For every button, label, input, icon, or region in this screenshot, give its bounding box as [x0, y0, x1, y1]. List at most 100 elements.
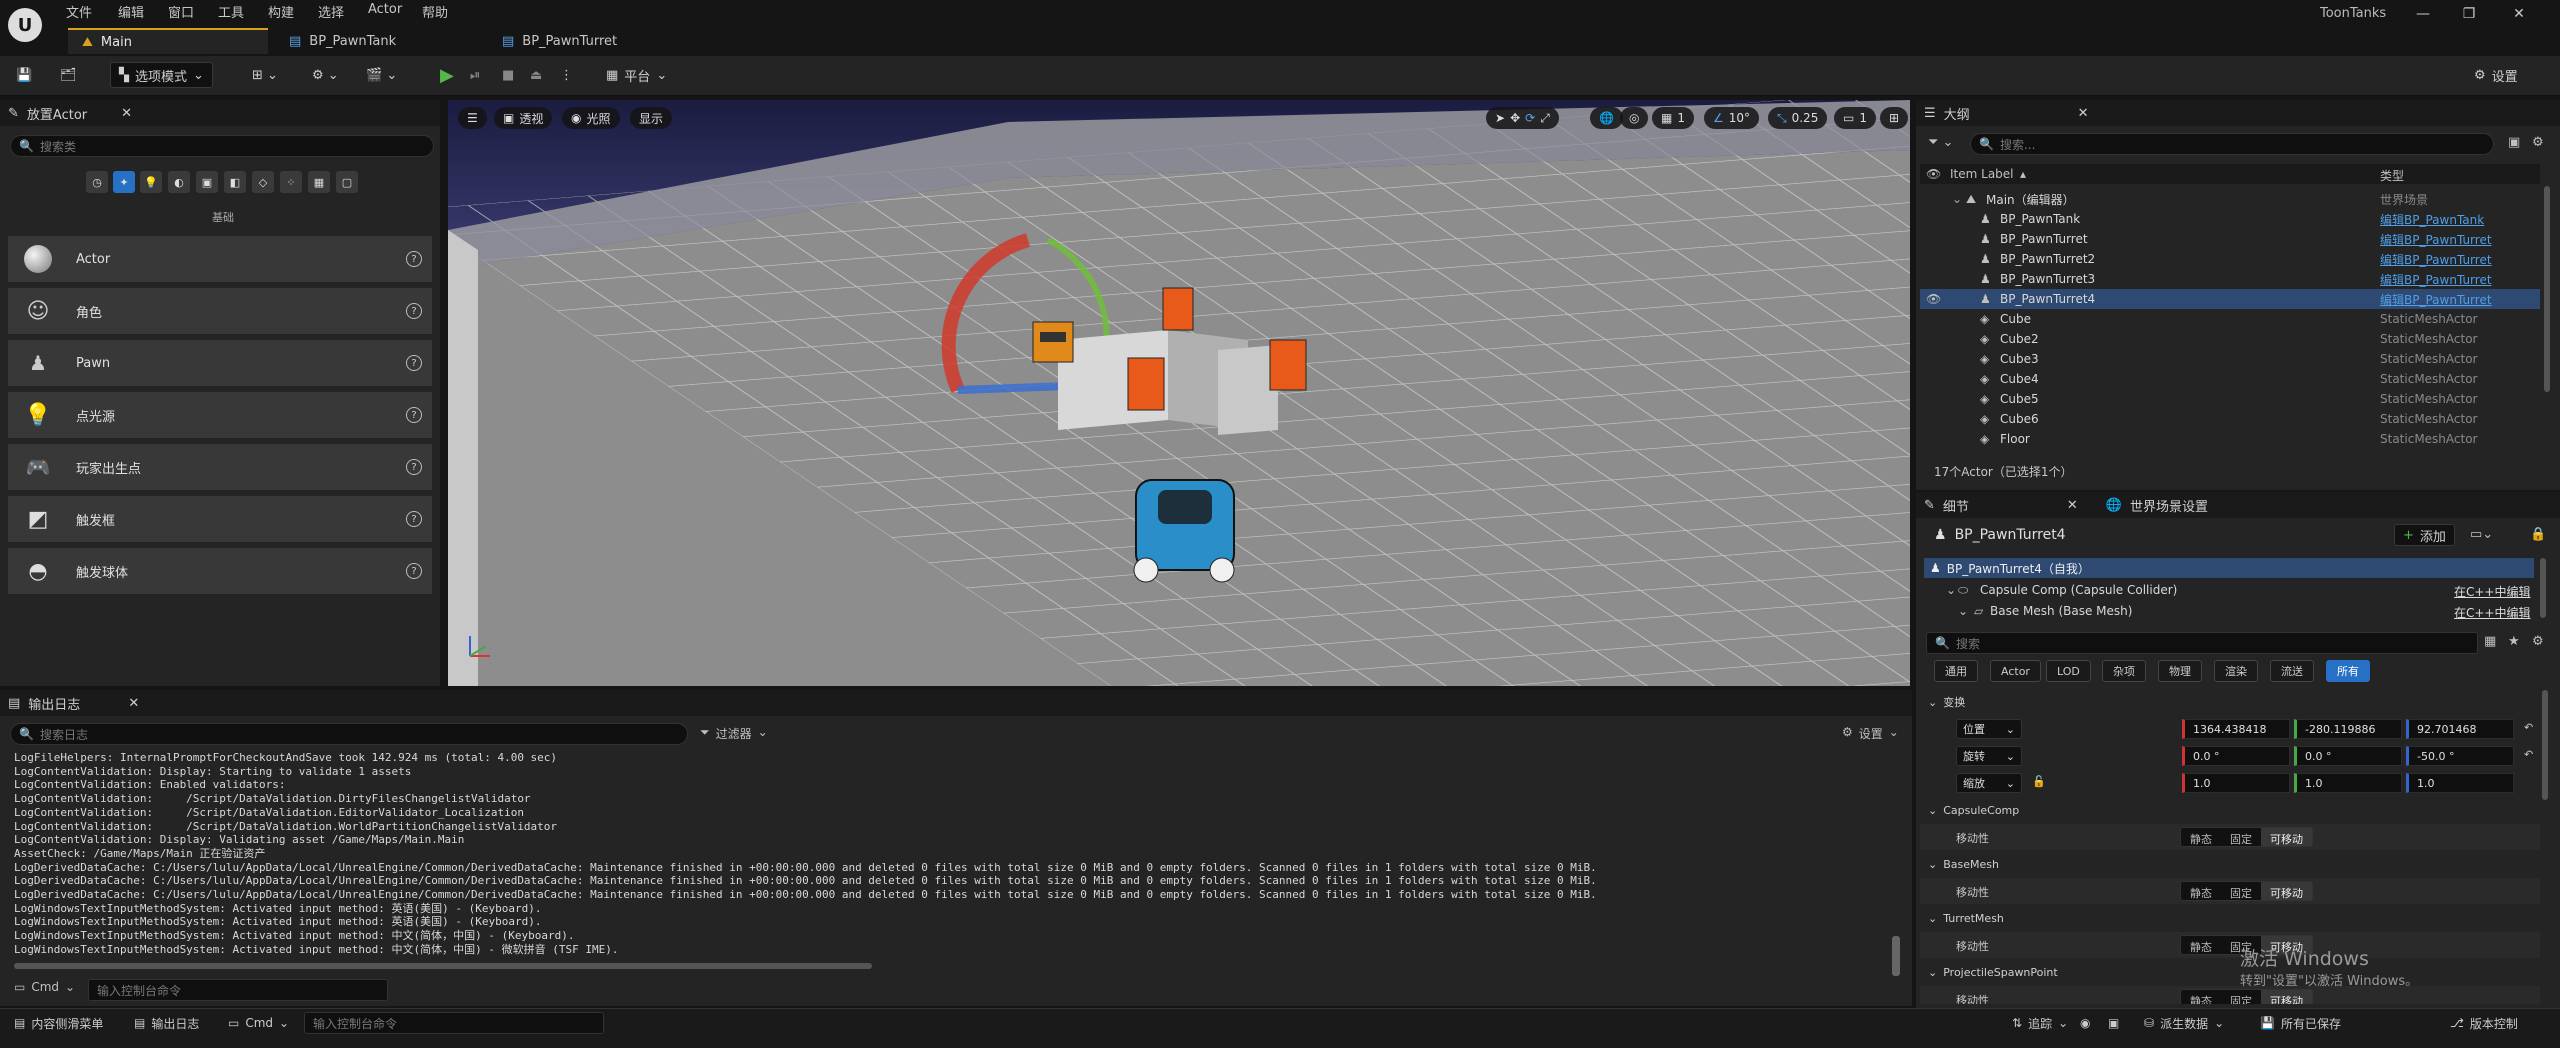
level-viewport[interactable] [448, 100, 1910, 686]
grid-snap-button[interactable]: ▦ 1 [1652, 107, 1694, 129]
filter-all[interactable]: 所有 [2326, 660, 2370, 682]
save-status-button[interactable]: 💾 所有已保存 [2260, 1012, 2341, 1034]
help-icon[interactable]: ? [406, 459, 422, 475]
component-row[interactable]: ⌄ ⬭ Capsule Comp (Capsule Collider) 在C++… [1924, 583, 2534, 603]
section-transform[interactable]: ⌄ 变换 [1920, 690, 2540, 714]
scale-icon[interactable]: ⤢ [1540, 111, 1550, 126]
outliner-row[interactable]: ◈ Cube3 StaticMeshActor [1920, 349, 2540, 369]
content-browser-icon[interactable]: 🗂 [52, 62, 85, 88]
mobility-toggle[interactable]: 静态 固定 可移动 [2180, 989, 2313, 1004]
menu-file[interactable]: 文件 [66, 2, 92, 21]
menu-build[interactable]: 构建 [268, 2, 294, 21]
actor-item-trigger-sphere[interactable]: ◓ 触发球体? [8, 548, 432, 594]
volumes-icon[interactable]: ◇ [252, 171, 274, 193]
outliner-row[interactable]: ◈ Cube6 StaticMeshActor [1920, 409, 2540, 429]
basic-icon[interactable]: ✦ [113, 171, 135, 193]
close-icon[interactable]: ✕ [2078, 106, 2089, 121]
reset-icon[interactable]: ↶ [2524, 748, 2533, 761]
platform-button[interactable]: ▦ 平台 ⌄ [598, 62, 675, 88]
filter-icon[interactable]: ⏷ ⌄ [1928, 135, 1953, 150]
step-icon[interactable]: ⏯ [462, 62, 488, 88]
close-icon[interactable]: ✕ [128, 696, 139, 711]
components-scrollbar[interactable] [2540, 558, 2546, 618]
console-input[interactable]: 输入控制台命令 [88, 979, 388, 1001]
actor-item-character[interactable]: ☺ 角色? [8, 288, 432, 334]
world-space-icon[interactable]: 🌐 [1590, 107, 1623, 129]
mobility-toggle[interactable]: 静态 固定 可移动 [2180, 881, 2313, 901]
section-turretmesh[interactable]: ⌄ TurretMesh [1920, 906, 2540, 930]
maximize-viewport-icon[interactable]: ⊞ [1880, 107, 1909, 129]
lock-icon[interactable]: 🔓 [2032, 775, 2046, 788]
column-item-label[interactable]: Item Label [1950, 167, 2014, 181]
filter-general[interactable]: 通用 [1934, 660, 1978, 682]
menu-edit[interactable]: 编辑 [118, 2, 144, 21]
log-text-area[interactable]: LogFileHelpers: InternalPromptForCheckou… [14, 751, 1894, 957]
filter-rendering[interactable]: 渲染 [2214, 660, 2258, 682]
help-icon[interactable]: ? [406, 511, 422, 527]
light-icon[interactable]: 💡 [140, 171, 162, 193]
screenshot-icon[interactable]: ▣ [2108, 1012, 2119, 1034]
scale-snap-button[interactable]: ⤡ 0.25 [1768, 107, 1828, 129]
tab-details[interactable]: 细节 [1943, 496, 1969, 515]
tab-main[interactable]: ⛰ Main [68, 28, 268, 54]
shapes-icon[interactable]: ◐ [168, 171, 190, 193]
rotation-x-field[interactable]: 0.0 ° [2182, 746, 2290, 766]
recent-icon[interactable]: ◷ [86, 171, 108, 193]
mode-select-button[interactable]: ▚ 选项模式 ⌄ [110, 62, 213, 88]
add-component-button[interactable]: + 添加 [2394, 524, 2455, 546]
menu-tools[interactable]: 工具 [218, 2, 244, 21]
actor-item-actor[interactable]: Actor? [8, 236, 432, 282]
filter-streaming[interactable]: 流送 [2270, 660, 2314, 682]
trace-button[interactable]: ⇅ 追踪 ⌄ [2012, 1012, 2068, 1034]
component-row[interactable]: ⌄ ▱ Base Mesh (Base Mesh) 在C++中编辑 [1924, 604, 2534, 620]
save-icon[interactable]: 💾 [8, 62, 40, 88]
help-icon[interactable]: ? [406, 355, 422, 371]
rotate-icon[interactable]: ⟳ [1525, 111, 1535, 125]
scale-z-field[interactable]: 1.0 [2406, 773, 2514, 793]
help-icon[interactable]: ? [406, 563, 422, 579]
cinematics-icon[interactable]: 🎬 ⌄ [358, 62, 405, 88]
section-projectilespawnpoint[interactable]: ⌄ ProjectileSpawnPoint [1920, 960, 2540, 984]
actor-item-player-start[interactable]: 🎮 玩家出生点? [8, 444, 432, 490]
blueprint-options-icon[interactable]: ▭⌄ [2470, 527, 2493, 542]
actor-item-pawn[interactable]: ♟ Pawn? [8, 340, 432, 386]
stop-icon[interactable]: ■ [494, 62, 522, 88]
help-icon[interactable]: ? [406, 303, 422, 319]
settings-button[interactable]: ⚙ 设置 [2466, 62, 2526, 88]
eject-icon[interactable]: ⏏ [522, 62, 550, 88]
mesh-icon[interactable]: ▢ [336, 171, 358, 193]
status-cmd-select[interactable]: ▭ Cmd ⌄ [228, 1012, 289, 1034]
close-icon[interactable]: ✕ [121, 106, 132, 121]
derived-data-button[interactable]: ⛁ 派生数据 ⌄ [2144, 1012, 2224, 1034]
star-icon[interactable]: ★ [2508, 634, 2520, 649]
filter-lod[interactable]: LOD [2046, 660, 2091, 682]
show-button[interactable]: 显示 [630, 107, 673, 129]
status-console-input[interactable]: 输入控制台命令 [304, 1012, 604, 1034]
outliner-row[interactable]: ◈ Cube2 StaticMeshActor [1920, 329, 2540, 349]
log-search-input[interactable]: 🔍 搜索日志 [10, 723, 688, 745]
table-view-icon[interactable]: ▦ [2484, 634, 2496, 649]
outliner-row[interactable]: ♟ BP_PawnTurret2 编辑BP_PawnTurret [1920, 249, 2540, 269]
blueprint-menu-icon[interactable]: ⚙ ⌄ [304, 62, 347, 88]
log-vertical-scrollbar[interactable] [1892, 936, 1900, 976]
close-icon[interactable]: ✕ [2496, 0, 2542, 28]
outliner-row[interactable]: ◈ Cube4 StaticMeshActor [1920, 369, 2540, 389]
section-capsulecomp[interactable]: ⌄ CapsuleComp [1920, 798, 2540, 822]
outliner-row[interactable]: ♟ BP_PawnTurret3 编辑BP_PawnTurret [1920, 269, 2540, 289]
visibility-icon[interactable]: 👁 [1926, 292, 1941, 306]
outliner-row[interactable]: ♟ BP_PawnTurret 编辑BP_PawnTurret [1920, 229, 2540, 249]
scale-dropdown[interactable]: 缩放 ⌄ [1956, 773, 2022, 793]
close-icon[interactable]: ✕ [2067, 498, 2078, 513]
component-self-row[interactable]: ♟ BP_PawnTurret4（自我） [1924, 558, 2534, 578]
tab-bp-pawntank[interactable]: ▤ BP_PawnTank [275, 28, 475, 54]
all-classes-icon[interactable]: ▦ [308, 171, 330, 193]
location-x-field[interactable]: 1364.438418 [2182, 719, 2290, 739]
actor-search-input[interactable]: 🔍 搜索类 [10, 135, 434, 157]
add-folder-icon[interactable]: ▣ [2508, 135, 2520, 150]
mobility-toggle[interactable]: 静态 固定 可移动 [2180, 827, 2313, 847]
reset-icon[interactable]: ↶ [2524, 721, 2533, 734]
details-search-input[interactable]: 🔍 搜索 [1926, 632, 2478, 654]
gear-icon[interactable]: ⚙ [2532, 135, 2544, 150]
record-icon[interactable]: ◉ [2080, 1012, 2090, 1034]
actor-item-point-light[interactable]: 💡 点光源? [8, 392, 432, 438]
